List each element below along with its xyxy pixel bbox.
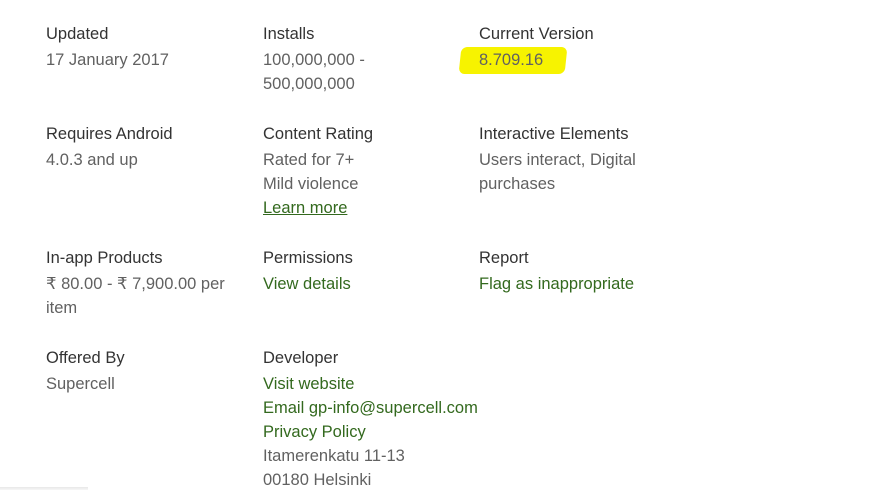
- info-cell-report: Report Flag as inappropriate: [479, 248, 679, 296]
- updated-title: Updated: [46, 25, 109, 43]
- report-title: Report: [479, 249, 529, 267]
- info-cell-requires-android: Requires Android 4.0.3 and up: [46, 124, 246, 172]
- offered-by-value: Supercell: [46, 375, 115, 393]
- info-cell-offered-by: Offered By Supercell: [46, 348, 246, 396]
- learn-more-link[interactable]: Learn more: [263, 199, 347, 217]
- view-details-link[interactable]: View details: [263, 272, 463, 296]
- installs-value-line2: 500,000,000: [263, 75, 355, 93]
- info-cell-content-rating: Content Rating Rated for 7+ Mild violenc…: [263, 124, 463, 220]
- info-cell-updated: Updated 17 January 2017: [46, 24, 246, 72]
- interactive-elements-value-line1: Users interact, Digital: [479, 151, 636, 169]
- in-app-products-value-line1: ₹ 80.00 - ₹ 7,900.00 per: [46, 275, 225, 293]
- info-cell-permissions: Permissions View details: [263, 248, 463, 296]
- requires-android-value: 4.0.3 and up: [46, 151, 138, 169]
- offered-by-title: Offered By: [46, 349, 125, 367]
- permissions-title: Permissions: [263, 249, 353, 267]
- installs-title: Installs: [263, 25, 315, 43]
- developer-email-link[interactable]: Email gp-info@supercell.com: [263, 396, 478, 420]
- visit-website-link[interactable]: Visit website: [263, 372, 463, 396]
- requires-android-title: Requires Android: [46, 125, 173, 143]
- content-rating-value-line1: Rated for 7+: [263, 151, 355, 169]
- info-cell-interactive-elements: Interactive Elements Users interact, Dig…: [479, 124, 679, 196]
- developer-address-line2: 00180 Helsinki: [263, 471, 372, 489]
- interactive-elements-title: Interactive Elements: [479, 125, 629, 143]
- developer-title: Developer: [263, 349, 339, 367]
- interactive-elements-value-line2: purchases: [479, 175, 556, 193]
- current-version-value: 8.709.16: [479, 51, 544, 69]
- in-app-products-title: In-app Products: [46, 249, 163, 267]
- developer-address-line1: Itamerenkatu 11-13: [263, 447, 405, 465]
- content-rating-value-line2: Mild violence: [263, 175, 359, 193]
- content-rating-title: Content Rating: [263, 125, 374, 143]
- flag-inappropriate-link[interactable]: Flag as inappropriate: [479, 272, 679, 296]
- current-version-title: Current Version: [479, 25, 594, 43]
- info-cell-installs: Installs 100,000,000 - 500,000,000: [263, 24, 463, 96]
- privacy-policy-link[interactable]: Privacy Policy: [263, 420, 463, 444]
- info-cell-developer: Developer Visit website Email gp-info@su…: [263, 348, 478, 492]
- info-cell-in-app-products: In-app Products ₹ 80.00 - ₹ 7,900.00 per…: [46, 248, 246, 320]
- in-app-products-value-line2: item: [46, 299, 78, 317]
- updated-value: 17 January 2017: [46, 51, 169, 69]
- info-cell-current-version: Current Version 8.709.16: [479, 24, 679, 72]
- installs-value-line1: 100,000,000 -: [263, 51, 365, 69]
